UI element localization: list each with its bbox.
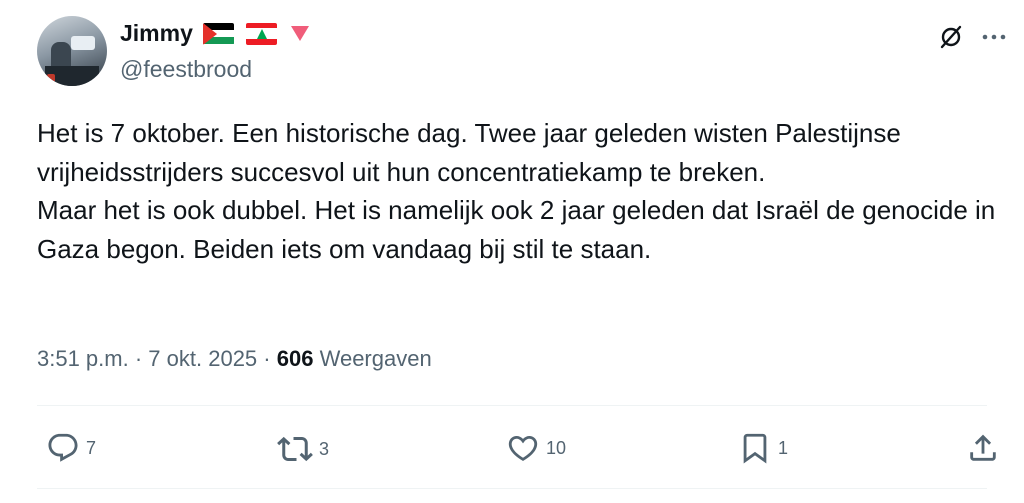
- bookmark-count: 1: [778, 437, 789, 458]
- reply-button[interactable]: 7: [46, 431, 96, 465]
- action-bar: 7 3 10 1: [46, 431, 1006, 467]
- repost-icon: [277, 436, 313, 462]
- bookmark-icon: [743, 433, 767, 464]
- share-icon: [970, 434, 996, 461]
- like-button[interactable]: 10: [506, 431, 566, 465]
- avatar-detail: [71, 36, 95, 50]
- heart-icon: [508, 435, 538, 461]
- tweet-date[interactable]: 7 okt. 2025: [148, 346, 257, 371]
- views-label: Weergaven: [319, 346, 432, 371]
- repost-button[interactable]: 3: [277, 431, 329, 467]
- palestine-flag-icon: [202, 22, 234, 45]
- repost-count: 3: [319, 438, 330, 459]
- meta-separator: ·: [263, 346, 271, 371]
- reply-icon: [48, 433, 78, 462]
- author-handle[interactable]: @feestbrood: [120, 56, 252, 83]
- tweet-meta: 3:51 p.m. · 7 okt. 2025 · 606 Weergaven: [37, 346, 432, 372]
- tweet-header-actions: [938, 24, 1006, 50]
- tweet-paragraph: Het is 7 oktober. Een historische dag. T…: [37, 118, 901, 187]
- grok-icon[interactable]: [938, 24, 964, 50]
- tweet-text: Het is 7 oktober. Een historische dag. T…: [37, 114, 997, 268]
- tweet-paragraph: Maar het is ook dubbel. Het is namelijk …: [37, 195, 996, 264]
- views-count: 606: [276, 346, 314, 371]
- red-triangle-icon: [290, 26, 309, 41]
- avatar-accent: [47, 74, 55, 82]
- meta-separator: ·: [134, 346, 143, 371]
- lebanon-flag-icon: [245, 22, 277, 45]
- like-count: 10: [546, 437, 567, 458]
- bookmark-button[interactable]: 1: [738, 431, 788, 465]
- tweet-time[interactable]: 3:51 p.m.: [37, 346, 129, 371]
- reply-count: 7: [86, 437, 97, 458]
- divider: [37, 488, 987, 489]
- more-options-icon[interactable]: [982, 33, 1006, 41]
- share-button[interactable]: [966, 431, 1000, 465]
- display-name[interactable]: Jimmy: [120, 20, 193, 47]
- divider: [37, 405, 987, 406]
- avatar[interactable]: [37, 16, 107, 86]
- author-name-row: Jimmy: [120, 20, 309, 47]
